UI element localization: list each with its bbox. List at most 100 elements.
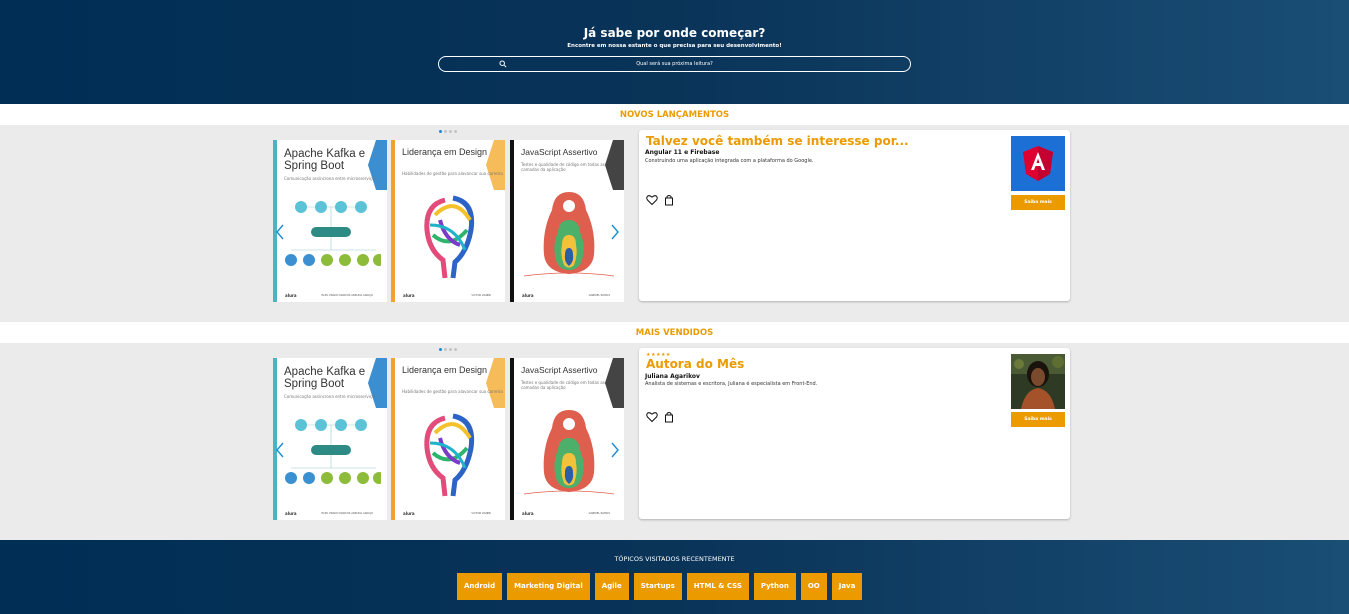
carousel-next-button[interactable] [610, 442, 620, 458]
cover-stripe [391, 140, 395, 302]
carousel-dot[interactable] [439, 348, 442, 351]
matryoshka-illustration [524, 410, 614, 495]
carousel-prev-button[interactable] [275, 224, 285, 240]
search-placeholder: Qual será sua próxima leitura? [636, 61, 713, 67]
carousel-prev-button[interactable] [275, 442, 285, 458]
kafka-diagram [285, 201, 381, 266]
chevron-right-icon [611, 442, 619, 458]
topic-tags: Android Marketing Digital Agile Startups… [457, 573, 863, 600]
heart-icon[interactable] [646, 194, 658, 206]
carousel-dot[interactable] [444, 130, 447, 133]
book-carousel-new-releases: Apache Kafka e Spring Boot Comunicação a… [273, 130, 624, 302]
carousel-dot[interactable] [439, 130, 442, 133]
book-author: VICTOR ZANINI [471, 512, 491, 515]
book-cover-leadership[interactable]: Liderança em Design Habilidades de gestã… [391, 140, 505, 302]
carousel-dot[interactable] [454, 348, 457, 351]
publisher-logo: alura [285, 511, 297, 516]
shopping-bag-icon[interactable] [663, 194, 675, 206]
cover-tab [486, 140, 505, 190]
topic-tag-android[interactable]: Android [457, 573, 503, 600]
hero-subtitle: Encontre em nossa estante o que precisa … [567, 43, 782, 49]
book-title: Liderança em Design [402, 147, 488, 157]
card-title: Autora do Mês [646, 357, 745, 371]
book-cover-kafka[interactable]: Apache Kafka e Spring Boot Comunicação a… [273, 140, 387, 302]
book-title: JavaScript Assertivo [521, 147, 598, 157]
chevron-left-icon [276, 442, 284, 458]
book-author: GABRIEL RAMOS [588, 512, 610, 515]
colorful-head-illustration [424, 413, 475, 497]
learn-more-button[interactable]: Saiba mais [1011, 412, 1065, 427]
topic-tag-marketing-digital[interactable]: Marketing Digital [507, 573, 590, 600]
cover-stripe [391, 358, 395, 520]
hero-title: Já sabe por onde começar? [583, 26, 766, 40]
card-description: Construindo uma aplicação integrada com … [645, 158, 814, 164]
book-title: Liderança em Design [402, 365, 488, 375]
book-cover-javascript[interactable]: JavaScript Assertivo Testes e qualidade … [510, 140, 624, 302]
search-icon [499, 60, 507, 68]
topic-tag-agile[interactable]: Agile [594, 573, 629, 600]
topic-tag-oo[interactable]: OO [800, 573, 827, 600]
book-subtitle: Habilidades de gestão para alavancar sua… [402, 389, 503, 394]
publisher-logo: alura [403, 511, 415, 516]
book-subtitle: Habilidades de gestão para alavancar sua… [402, 171, 503, 176]
book-cover-leadership[interactable]: Liderança em Design Habilidades de gestã… [391, 358, 505, 520]
topic-tag-java[interactable]: Java [831, 573, 863, 600]
hero-banner: Já sabe por onde começar? Encontre em no… [0, 0, 1349, 104]
recommendation-card: Talvez você também se interesse por... A… [639, 130, 1070, 301]
carousel-dot[interactable] [449, 348, 452, 351]
card-actions [646, 411, 675, 423]
book-author: GABRIEL RAMOS [588, 294, 610, 297]
publisher-logo: alura [522, 293, 534, 298]
angular-logo-icon [1011, 136, 1065, 191]
matryoshka-illustration [524, 192, 614, 277]
colorful-head-illustration [424, 195, 475, 279]
carousel-dots [439, 348, 457, 351]
author-of-month-card: ★★★★★ Autora do Mês Juliana Agarikov Ana… [639, 348, 1070, 519]
search-input[interactable]: Qual será sua próxima leitura? [438, 56, 911, 72]
shopping-bag-icon[interactable] [663, 411, 675, 423]
carousel-next-button[interactable] [610, 224, 620, 240]
book-subtitle: Testes e qualidade de código em todas as… [521, 380, 605, 391]
book-carousel-best-sellers: Apache Kafka e Spring Boot Comunicação a… [273, 348, 624, 520]
topic-tag-html-css[interactable]: HTML & CSS [686, 573, 749, 600]
carousel-dot[interactable] [449, 130, 452, 133]
book-subtitle: Comunicação assíncrona entre microsservi… [284, 176, 377, 181]
book-author: ELIEL PRADO MARCOS ARRUDA ARAUJO [321, 512, 373, 515]
card-description: Analista de sistemas e escritora, Julian… [645, 381, 818, 387]
cover-stripe [273, 358, 277, 520]
learn-more-button[interactable]: Saiba mais [1011, 195, 1065, 210]
publisher-logo: alura [403, 293, 415, 298]
footer-title: TÓPICOS VISITADOS RECENTEMENTE [614, 555, 735, 563]
book-cover-javascript[interactable]: JavaScript Assertivo Testes e qualidade … [510, 358, 624, 520]
card-actions [646, 194, 675, 206]
topic-tag-python[interactable]: Python [753, 573, 796, 600]
card-title: Talvez você também se interesse por... [646, 134, 909, 148]
book-author: ELIEL PRADO MARCOS ARRUDA ARAUJO [321, 294, 373, 297]
book-author: VICTOR ZANINI [471, 294, 491, 297]
publisher-logo: alura [285, 293, 297, 298]
author-photo [1011, 354, 1065, 409]
card-book-name: Angular 11 e Firebase [645, 149, 720, 156]
heart-icon[interactable] [646, 411, 658, 423]
chevron-left-icon [276, 224, 284, 240]
book-title: JavaScript Assertivo [521, 365, 598, 375]
book-cover-kafka[interactable]: Apache Kafka e Spring Boot Comunicação a… [273, 358, 387, 520]
carousel-dot[interactable] [454, 130, 457, 133]
kafka-diagram [285, 419, 381, 484]
publisher-logo: alura [522, 511, 534, 516]
cover-stripe [510, 358, 514, 520]
cover-stripe [510, 140, 514, 302]
card-author-name: Juliana Agarikov [645, 373, 700, 380]
section-heading-best-sellers: MAIS VENDIDOS [0, 322, 1349, 343]
section-heading-new-releases: NOVOS LANÇAMENTOS [0, 104, 1349, 125]
topic-tag-startups[interactable]: Startups [633, 573, 682, 600]
cover-tab [486, 358, 505, 408]
book-title: Apache Kafka e Spring Boot [284, 366, 366, 391]
book-subtitle: Testes e qualidade de código em todas as… [521, 162, 605, 173]
book-subtitle: Comunicação assíncrona entre microsservi… [284, 394, 377, 399]
book-title: Apache Kafka e Spring Boot [284, 148, 366, 173]
chevron-right-icon [611, 224, 619, 240]
carousel-dots [439, 130, 457, 133]
recent-topics-footer: TÓPICOS VISITADOS RECENTEMENTE Android M… [0, 540, 1349, 614]
carousel-dot[interactable] [444, 348, 447, 351]
